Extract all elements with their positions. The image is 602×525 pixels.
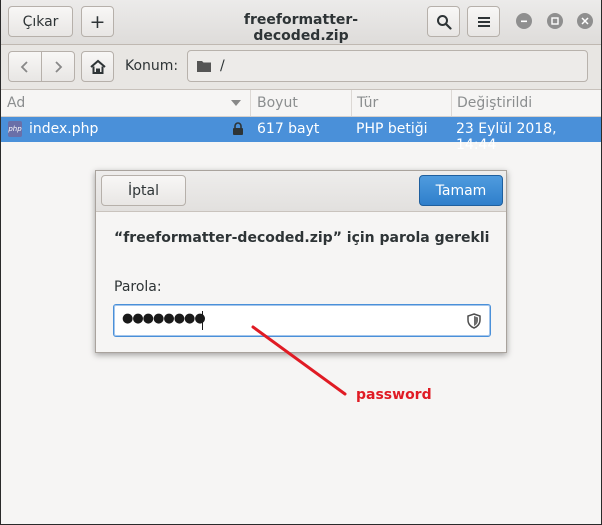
home-button[interactable] bbox=[81, 51, 114, 82]
password-value: ●●●●●●●● bbox=[122, 311, 206, 326]
column-type[interactable]: Tür bbox=[357, 95, 378, 111]
column-modified[interactable]: Değiştirildi bbox=[457, 95, 532, 111]
shield-icon[interactable] bbox=[467, 313, 481, 329]
close-button[interactable] bbox=[577, 13, 593, 29]
hamburger-icon bbox=[477, 16, 490, 27]
new-button[interactable]: + bbox=[81, 6, 114, 37]
location-path: / bbox=[220, 58, 225, 74]
ok-label: Tamam bbox=[435, 182, 487, 199]
password-label: Parola: bbox=[114, 279, 162, 295]
location-entry[interactable]: / bbox=[187, 50, 588, 82]
column-header: Ad Boyut Tür Değiştirildi bbox=[1, 90, 601, 117]
search-icon bbox=[436, 14, 452, 30]
search-button[interactable] bbox=[427, 6, 460, 37]
eject-label: Çıkar bbox=[22, 13, 59, 30]
php-file-icon: php bbox=[8, 121, 22, 137]
sort-down-icon[interactable] bbox=[231, 100, 241, 106]
header-bar: Çıkar + freeformatter-decoded.zip bbox=[1, 0, 601, 45]
column-separator bbox=[250, 90, 251, 116]
folder-icon bbox=[197, 61, 211, 72]
home-icon bbox=[89, 59, 106, 74]
cancel-label: İptal bbox=[128, 182, 159, 199]
archive-manager-window: Çıkar + freeformatter-decoded.zip Konum:… bbox=[1, 0, 601, 524]
file-name: index.php bbox=[29, 121, 99, 137]
file-row[interactable]: php index.php 617 bayt PHP betiği 23 Eyl… bbox=[1, 117, 601, 153]
eject-button[interactable]: Çıkar bbox=[8, 6, 73, 37]
file-size: 617 bayt bbox=[257, 121, 320, 137]
plus-icon: + bbox=[89, 10, 106, 33]
menu-button[interactable] bbox=[467, 6, 500, 37]
maximize-button[interactable] bbox=[547, 13, 563, 29]
chevron-right-icon bbox=[55, 60, 63, 73]
close-icon bbox=[581, 17, 589, 25]
minimize-button[interactable] bbox=[516, 13, 532, 29]
file-modified: 23 Eylül 2018, 14:44 bbox=[456, 121, 557, 153]
window-title: freeformatter-decoded.zip bbox=[243, 12, 359, 44]
lock-icon bbox=[233, 122, 243, 135]
ok-button[interactable]: Tamam bbox=[419, 175, 503, 206]
column-separator bbox=[351, 90, 352, 116]
file-type: PHP betiği bbox=[356, 121, 428, 137]
forward-button[interactable] bbox=[41, 51, 75, 82]
dialog-message: “freeformatter-decoded.zip” için parola … bbox=[114, 230, 490, 246]
location-label: Konum: bbox=[125, 58, 179, 74]
back-button[interactable] bbox=[8, 51, 42, 82]
column-size[interactable]: Boyut bbox=[257, 95, 298, 111]
column-name[interactable]: Ad bbox=[7, 95, 25, 111]
column-separator bbox=[451, 90, 452, 116]
text-cursor bbox=[202, 311, 203, 330]
minimize-icon bbox=[521, 20, 527, 23]
dialog-header: İptal Tamam bbox=[96, 171, 506, 212]
cancel-button[interactable]: İptal bbox=[101, 175, 186, 206]
maximize-icon bbox=[551, 17, 559, 25]
chevron-left-icon bbox=[20, 60, 28, 73]
password-dialog: İptal Tamam “freeformatter-decoded.zip” … bbox=[95, 170, 507, 353]
password-field[interactable]: ●●●●●●●● bbox=[113, 304, 491, 337]
annotation-label: password bbox=[356, 387, 432, 403]
